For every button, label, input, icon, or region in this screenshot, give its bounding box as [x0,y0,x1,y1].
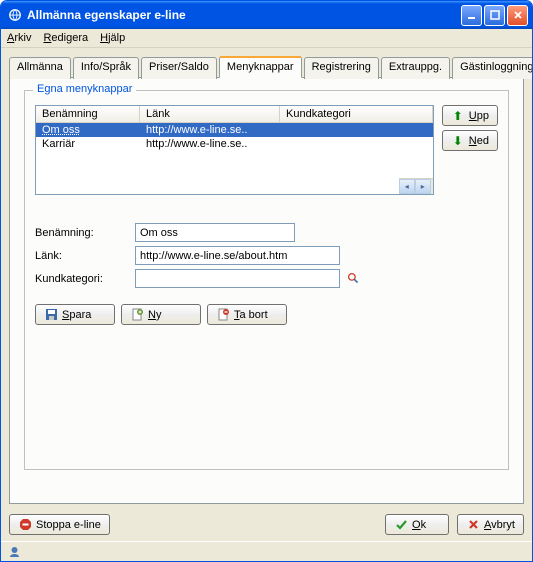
tab-extrauppg[interactable]: Extrauppg. [381,57,450,79]
tab-menyknappar[interactable]: Menyknappar [219,56,302,78]
list-row[interactable]: Karriär http://www.e-line.se.. [36,137,433,151]
window-title: Allmänna egenskaper e-line [27,8,461,22]
delete-button[interactable]: Ta bort [207,304,287,325]
check-icon [394,518,408,532]
cell-name: Karriär [42,138,75,150]
fieldset-legend: Egna menyknappar [33,83,136,95]
minimize-button[interactable] [461,5,482,26]
delete-icon [216,308,230,322]
stop-icon [18,518,32,532]
arrow-up-icon: ⬆ [451,109,465,123]
status-icon [7,545,21,559]
menubar: Arkiv Redigera Hjälp [1,29,532,48]
cell-link: http://www.e-line.se.. [140,137,280,151]
cell-kat [280,137,433,151]
horizontal-scrollbar[interactable]: ◂ ▸ [399,178,433,194]
app-icon [7,7,23,23]
action-buttons: Spara Ny Ta bort [35,304,498,325]
stop-label: Stoppa e-line [36,519,101,531]
window: Allmänna egenskaper e-line Arkiv Rediger… [0,0,533,562]
menu-file[interactable]: Arkiv [7,32,31,44]
close-button[interactable] [507,5,528,26]
menu-buttons-list[interactable]: Benämning Länk Kundkategori Om oss http:… [35,105,434,195]
tab-prisersaldo[interactable]: Priser/Saldo [141,57,217,79]
label-kundkategori: Kundkategori: [35,273,135,285]
input-lank[interactable] [135,246,340,265]
reorder-buttons: ⬆ Upp ⬇ Ned [442,105,498,195]
tab-gastinloggningar[interactable]: Gästinloggningar [452,57,533,79]
input-benamning[interactable] [135,223,295,242]
maximize-button[interactable] [484,5,505,26]
col-header-name[interactable]: Benämning [36,106,140,122]
list-header: Benämning Länk Kundkategori [36,106,433,123]
fieldset-egna-menyknappar: Egna menyknappar Benämning Länk Kundkate… [24,90,509,470]
new-icon [130,308,144,322]
content-area: Allmänna Info/Språk Priser/Saldo Menykna… [1,48,532,508]
down-button[interactable]: ⬇ Ned [442,130,498,151]
cancel-icon [466,518,480,532]
menu-edit[interactable]: Redigera [43,32,88,44]
titlebar: Allmänna egenskaper e-line [1,1,532,29]
label-benamning: Benämning: [35,227,135,239]
ok-button[interactable]: Ok [385,514,449,535]
cell-link: http://www.e-line.se.. [140,123,280,137]
statusbar [1,541,532,561]
cell-kat [280,123,433,137]
input-kundkategori[interactable] [135,269,340,288]
tab-registrering[interactable]: Registrering [304,57,379,79]
list-body: Om oss http://www.e-line.se.. Karriär ht… [36,123,433,194]
cell-name: Om oss [42,124,80,136]
search-icon[interactable] [346,272,360,286]
footer: Stoppa e-line Ok Avbryt [1,508,532,541]
arrow-down-icon: ⬇ [451,134,465,148]
col-header-kat[interactable]: Kundkategori [280,106,433,122]
save-button[interactable]: Spara [35,304,115,325]
new-button[interactable]: Ny [121,304,201,325]
list-row[interactable]: Om oss http://www.e-line.se.. [36,123,433,137]
tab-panel: Egna menyknappar Benämning Länk Kundkate… [9,77,524,504]
tab-infosprak[interactable]: Info/Språk [73,57,139,79]
tabbar: Allmänna Info/Språk Priser/Saldo Menykna… [9,56,524,78]
save-icon [44,308,58,322]
col-header-link[interactable]: Länk [140,106,280,122]
tab-allmanna[interactable]: Allmänna [9,57,71,79]
label-lank: Länk: [35,250,135,262]
up-button[interactable]: ⬆ Upp [442,105,498,126]
scroll-right-icon[interactable]: ▸ [415,179,431,194]
menu-help[interactable]: Hjälp [100,32,125,44]
stop-eline-button[interactable]: Stoppa e-line [9,514,110,535]
cancel-button[interactable]: Avbryt [457,514,524,535]
scroll-left-icon[interactable]: ◂ [399,179,415,194]
